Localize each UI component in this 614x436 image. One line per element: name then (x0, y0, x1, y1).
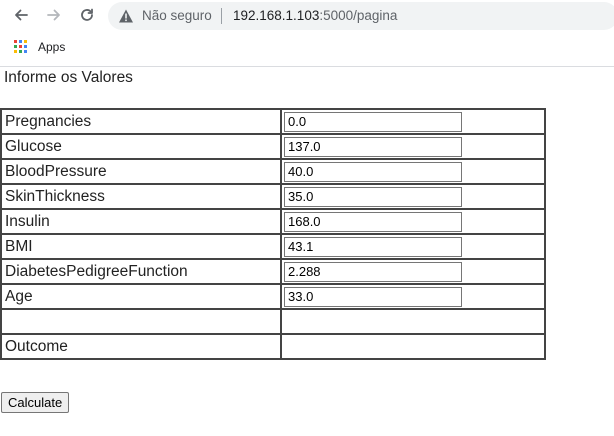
calculate-button[interactable]: Calculate (1, 392, 70, 413)
field-label: BMI (1, 234, 281, 259)
field-input-pregnancies[interactable] (284, 111, 462, 132)
table-row-outcome: Outcome (1, 334, 545, 359)
outcome-value (281, 334, 545, 359)
field-label: Pregnancies (1, 109, 281, 134)
apps-grid-icon (14, 40, 28, 54)
field-label: BloodPressure (1, 159, 281, 184)
back-button[interactable] (10, 4, 32, 26)
apps-dot (24, 40, 27, 43)
url-path: :5000/pagina (319, 8, 398, 23)
apps-dot (24, 45, 27, 48)
field-input-bmi[interactable] (284, 236, 462, 257)
apps-dot (24, 50, 27, 53)
empty-cell (281, 309, 545, 334)
field-label: Glucose (1, 134, 281, 159)
table-row: SkinThickness (1, 184, 545, 209)
table-row: DiabetesPedigreeFunction (1, 259, 545, 284)
reload-icon (81, 8, 93, 21)
warning-triangle-icon (119, 9, 133, 23)
arrow-right-icon (47, 9, 60, 21)
field-input-skinthickness[interactable] (284, 186, 462, 207)
field-input-age[interactable] (284, 286, 462, 307)
values-form-table: PregnanciesGlucoseBloodPressureSkinThick… (0, 108, 546, 360)
page-title: Informe os Valores (4, 69, 133, 86)
apps-dot (14, 50, 17, 53)
address-separator (221, 8, 222, 24)
apps-dot (19, 50, 22, 53)
field-input-cell (281, 209, 545, 234)
field-label: Insulin (1, 209, 281, 234)
field-input-cell (281, 134, 545, 159)
field-input-cell (281, 109, 545, 134)
apps-dot (19, 45, 22, 48)
address-bar[interactable]: Não seguro 192.168.1.103:5000/pagina (108, 2, 614, 30)
field-input-glucose[interactable] (284, 136, 462, 157)
url-text[interactable]: 192.168.1.103:5000/pagina (233, 8, 397, 23)
outcome-section: Outcome (1, 309, 545, 359)
outcome-label: Outcome (1, 334, 281, 359)
url-host: 192.168.1.103 (233, 8, 320, 23)
apps-dot (14, 40, 17, 43)
field-label: DiabetesPedigreeFunction (1, 259, 281, 284)
bookmark-apps-label: Apps (38, 40, 66, 54)
arrow-left-icon (15, 9, 28, 21)
browser-toolbar: Não seguro 192.168.1.103:5000/pagina App… (0, 0, 614, 67)
table-row: Glucose (1, 134, 545, 159)
empty-cell (1, 309, 281, 334)
table-row: Age (1, 284, 545, 309)
field-input-cell (281, 259, 545, 284)
field-input-cell (281, 234, 545, 259)
apps-dot (14, 45, 17, 48)
table-row-spacer (1, 309, 545, 334)
field-input-cell (281, 284, 545, 309)
field-label: Age (1, 284, 281, 309)
bookmark-apps[interactable]: Apps (14, 39, 65, 55)
field-input-diabetespedigreefunction[interactable] (284, 261, 462, 282)
field-label: SkinThickness (1, 184, 281, 209)
security-status[interactable]: Não seguro (142, 8, 212, 23)
field-input-insulin[interactable] (284, 211, 462, 232)
apps-dot (19, 40, 22, 43)
forward-button[interactable] (43, 4, 65, 26)
table-row: Pregnancies (1, 109, 545, 134)
table-row: Insulin (1, 209, 545, 234)
table-row: BMI (1, 234, 545, 259)
table-row: BloodPressure (1, 159, 545, 184)
field-input-bloodpressure[interactable] (284, 161, 462, 182)
values-table-body: PregnanciesGlucoseBloodPressureSkinThick… (1, 109, 545, 309)
field-input-cell (281, 184, 545, 209)
field-input-cell (281, 159, 545, 184)
reload-button[interactable] (76, 4, 98, 26)
